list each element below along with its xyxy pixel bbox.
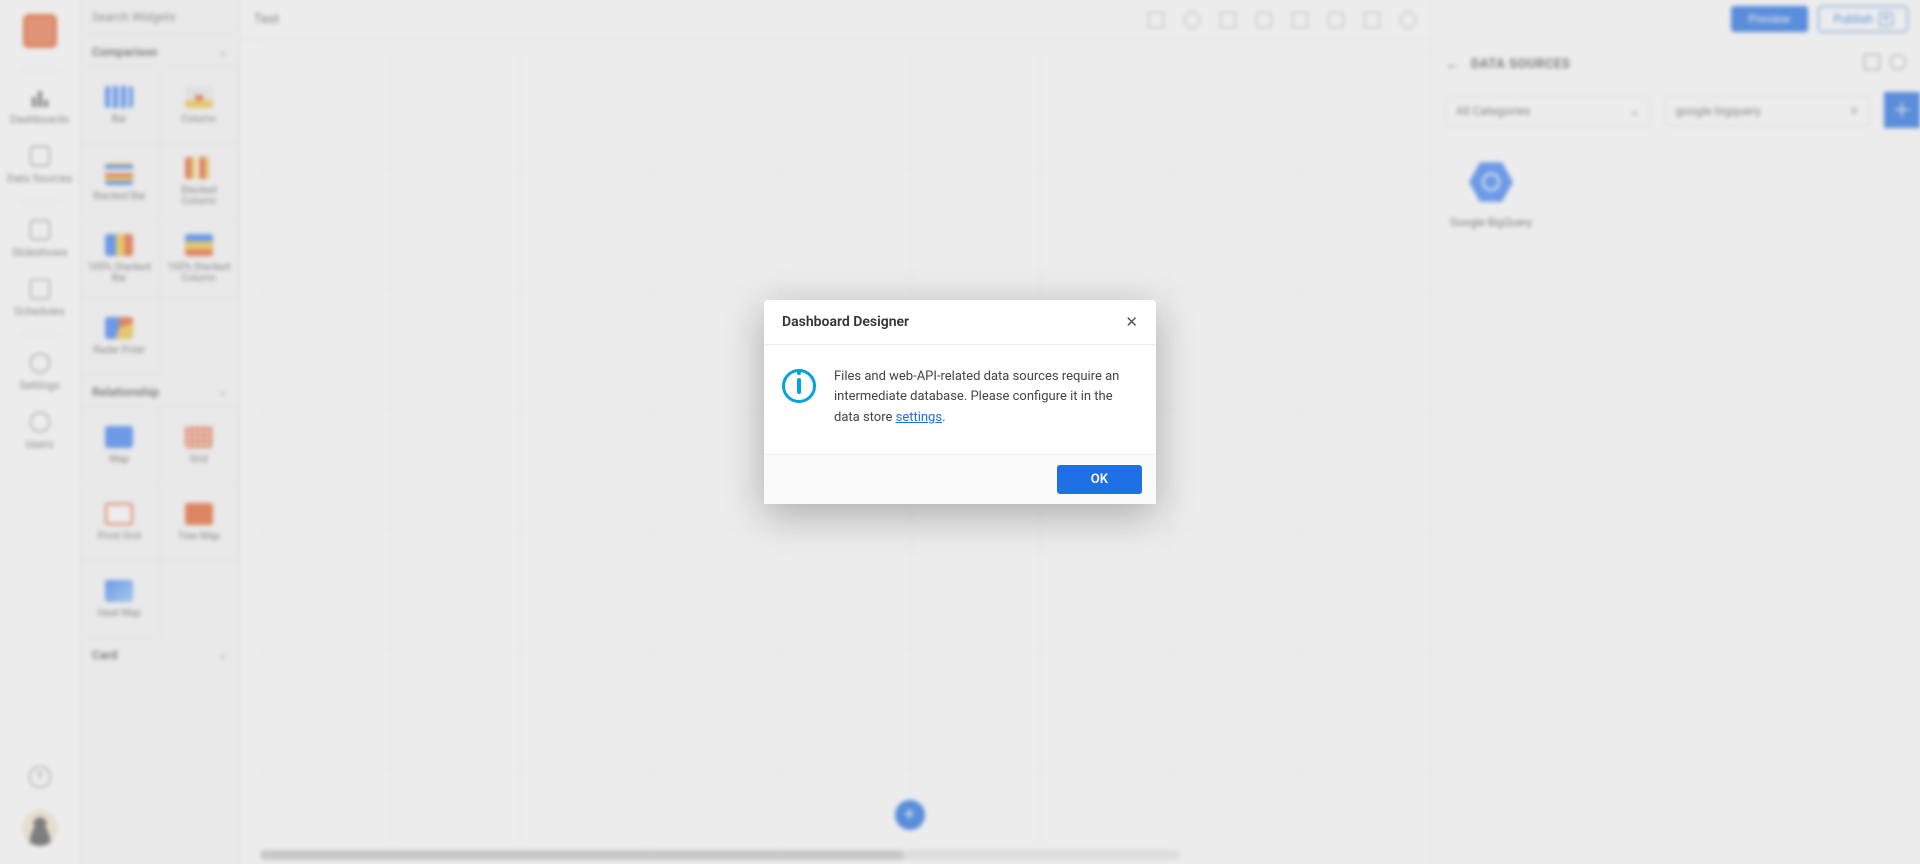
dialog-header: Dashboard Designer ✕ [764,300,1156,345]
close-icon[interactable]: ✕ [1125,315,1138,330]
settings-link[interactable]: settings [896,410,942,425]
ok-button[interactable]: OK [1057,465,1142,494]
dialog-footer: OK [764,454,1156,504]
modal-backdrop[interactable]: Dashboard Designer ✕ Files and web-API-r… [0,0,1920,864]
dialog-body: Files and web-API-related data sources r… [764,345,1156,453]
info-icon [782,369,816,403]
dialog-title: Dashboard Designer [782,314,909,330]
dialog-message-post: . [942,410,945,425]
dashboard-designer-dialog: Dashboard Designer ✕ Files and web-API-r… [764,300,1156,503]
dialog-message: Files and web-API-related data sources r… [834,367,1138,427]
dialog-message-text: Files and web-API-related data sources r… [834,369,1119,424]
